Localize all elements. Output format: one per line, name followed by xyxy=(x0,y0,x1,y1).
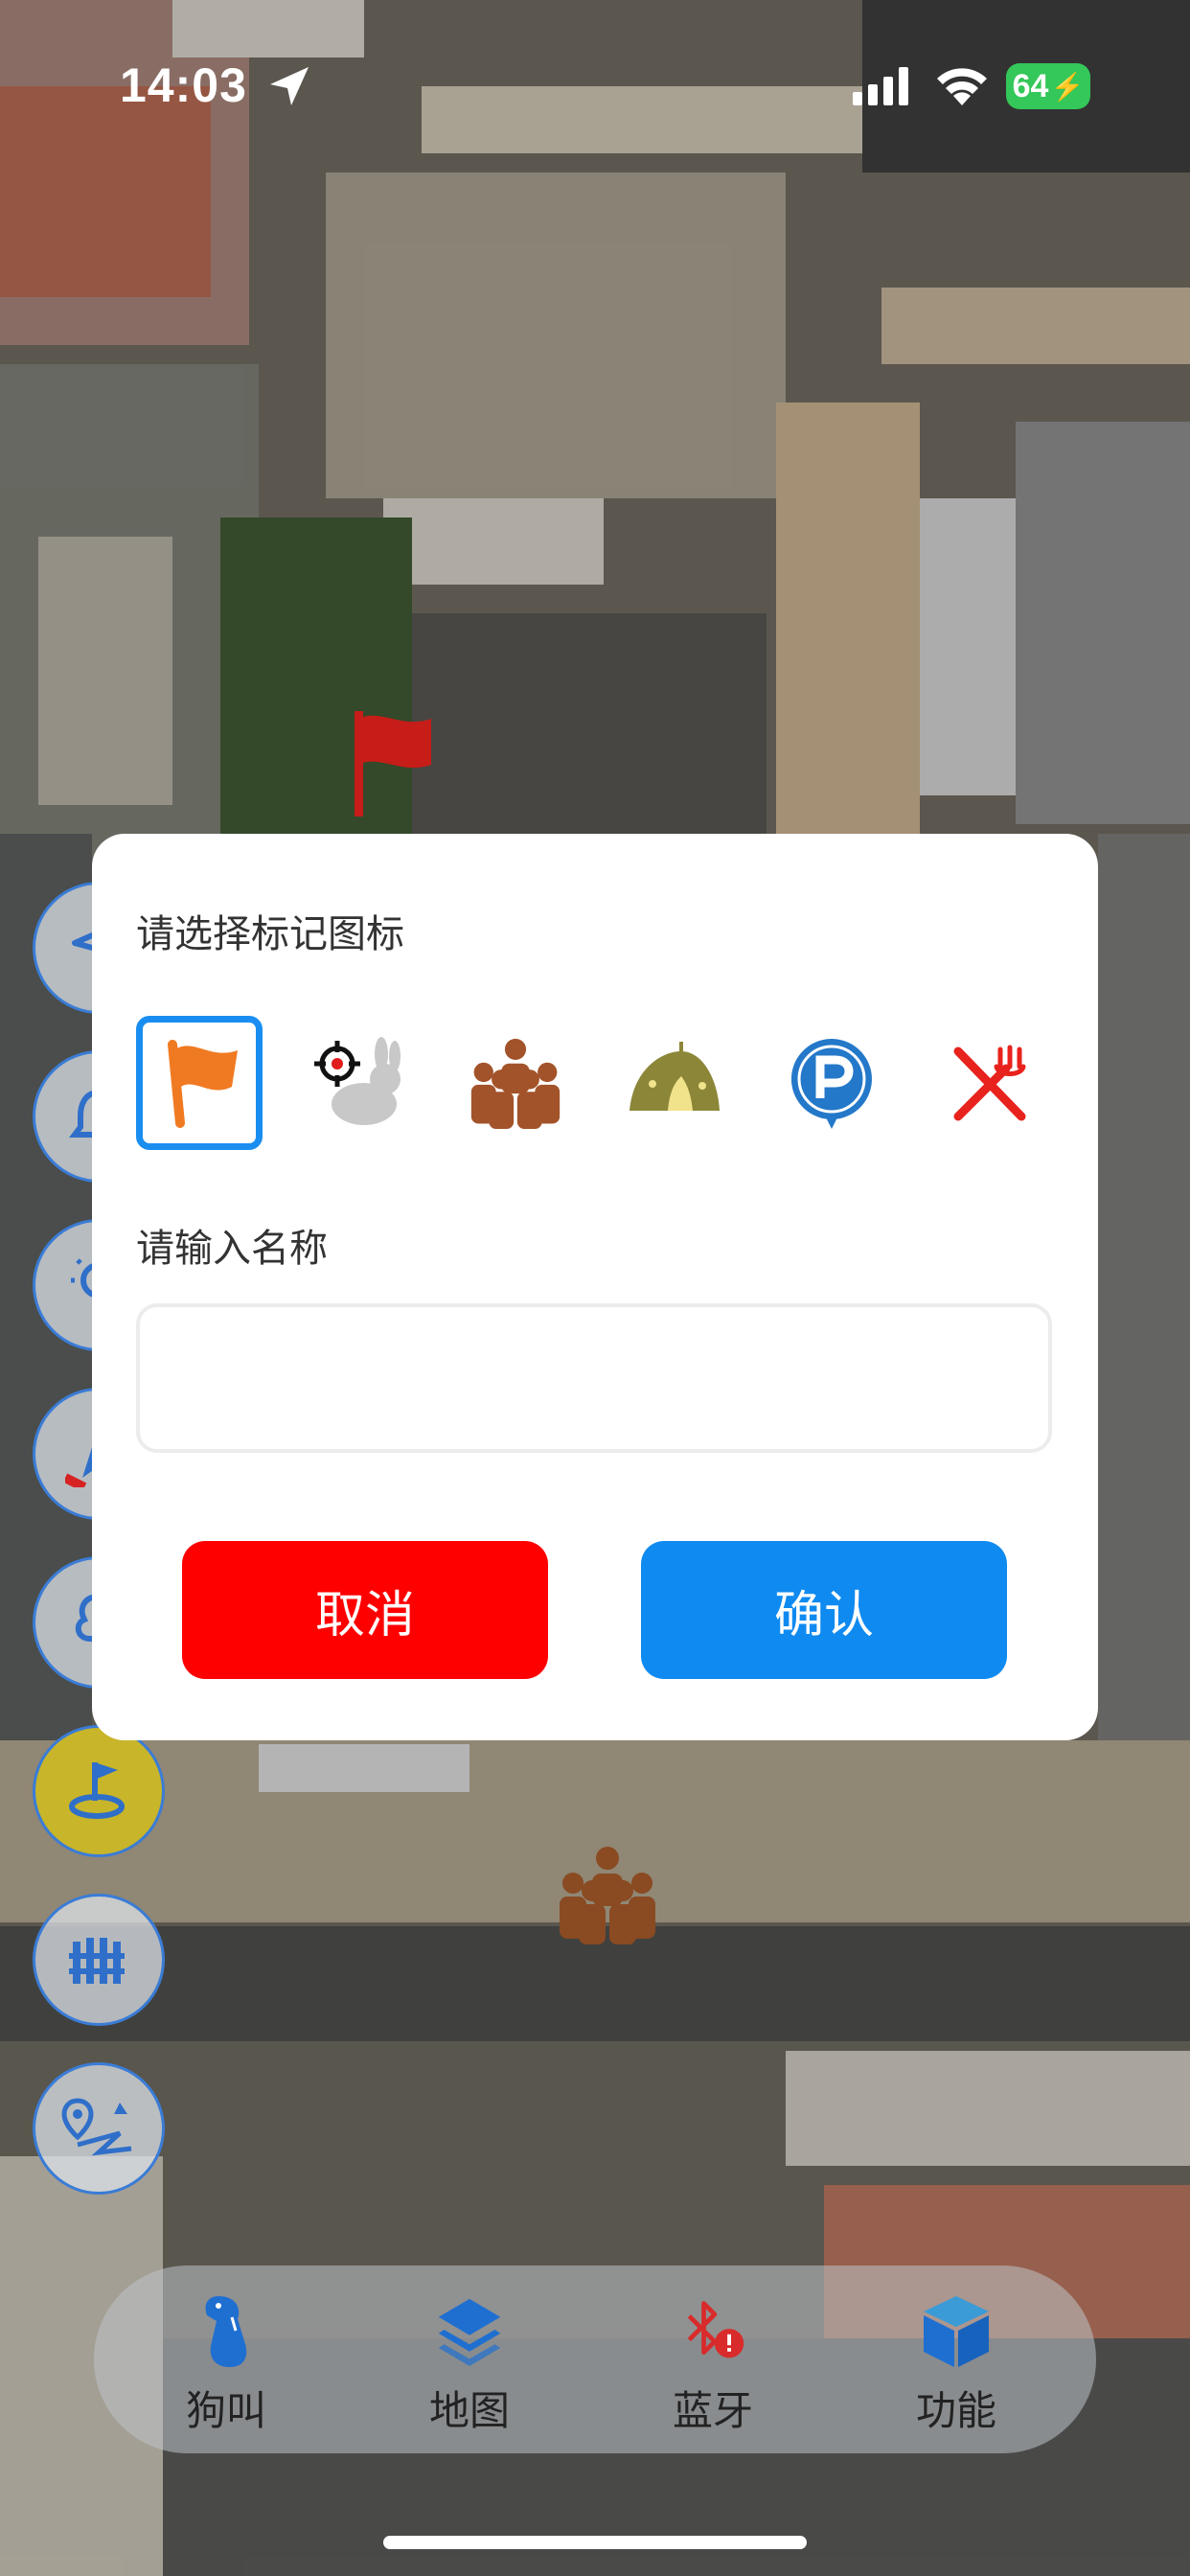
flag-marker-button[interactable] xyxy=(33,1725,165,1857)
icon-options xyxy=(136,1016,1056,1150)
bottom-nav: 狗叫 地图 蓝牙 功能 xyxy=(94,2266,1096,2453)
grid-fence-icon xyxy=(69,1938,125,1984)
red-flag-marker-icon[interactable] xyxy=(351,711,437,816)
name-label: 请输入名称 xyxy=(136,1227,328,1271)
dog-icon xyxy=(192,2290,261,2371)
grid-fence-button[interactable] xyxy=(33,1894,165,2026)
flag-marker-icon xyxy=(69,1762,125,1819)
route-button[interactable] xyxy=(33,2062,165,2195)
icon-option-restaurant[interactable] xyxy=(927,1016,1053,1150)
nav-label: 狗叫 xyxy=(185,2387,266,2434)
location-arrow-icon xyxy=(270,67,309,105)
nav-label: 蓝牙 xyxy=(672,2387,753,2434)
battery-level: 64 xyxy=(1012,67,1049,104)
restaurant-icon xyxy=(953,1045,1026,1121)
bluetooth-error-icon xyxy=(678,2290,747,2371)
name-input[interactable] xyxy=(136,1303,1052,1453)
icon-option-people[interactable] xyxy=(452,1016,579,1150)
status-time: 14:03 xyxy=(120,58,247,112)
battery-charging-icon: 64 ⚡ xyxy=(1006,63,1090,109)
status-bar: 14:03 64 ⚡ xyxy=(0,48,1190,125)
people-group-marker-icon[interactable] xyxy=(554,1845,661,1944)
orange-flag-icon xyxy=(168,1040,238,1128)
wifi-icon xyxy=(937,68,987,105)
home-indicator xyxy=(383,2536,807,2549)
cancel-button[interactable]: 取消 xyxy=(182,1541,548,1679)
people-group-icon xyxy=(470,1038,561,1129)
icon-option-parking[interactable] xyxy=(768,1016,895,1150)
nav-item-dog-bark[interactable]: 狗叫 xyxy=(121,2266,332,2453)
nav-item-map[interactable]: 地图 xyxy=(364,2266,575,2453)
route-icon xyxy=(61,2098,132,2156)
tent-icon xyxy=(629,1042,720,1111)
rabbit-target-icon xyxy=(314,1037,400,1125)
map-layers-icon xyxy=(435,2290,504,2371)
icon-option-flag[interactable] xyxy=(136,1016,263,1150)
cellular-signal-icon xyxy=(853,67,908,105)
icon-option-rabbit[interactable] xyxy=(294,1016,421,1150)
parking-icon xyxy=(790,1039,872,1129)
cube-icon xyxy=(922,2290,991,2371)
nav-item-bluetooth[interactable]: 蓝牙 xyxy=(607,2266,818,2453)
icon-option-tent[interactable] xyxy=(610,1016,737,1150)
nav-label: 功能 xyxy=(915,2387,996,2434)
marker-dialog: 请选择标记图标 请输入名称 取消 确认 xyxy=(92,834,1098,1740)
nav-label: 地图 xyxy=(428,2387,510,2434)
dialog-title: 请选择标记图标 xyxy=(136,912,404,956)
nav-item-features[interactable]: 功能 xyxy=(851,2266,1062,2453)
confirm-button[interactable]: 确认 xyxy=(641,1541,1007,1679)
